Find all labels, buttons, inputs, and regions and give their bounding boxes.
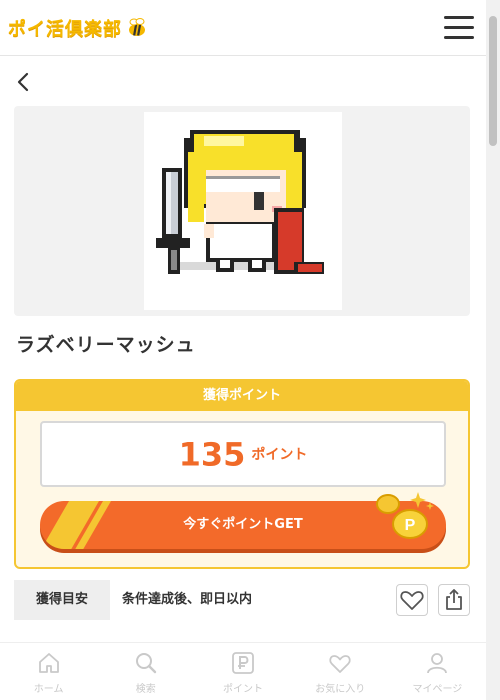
share-button[interactable]: [438, 584, 470, 616]
share-icon: [446, 589, 462, 610]
points-value-box: 135 ポイント: [40, 421, 446, 487]
tab-home-label: ホーム: [33, 684, 64, 695]
point-icon: [232, 652, 254, 674]
points-unit: ポイント: [251, 446, 308, 463]
app-header: ポイ活倶楽部: [0, 0, 486, 56]
earn-timing-label: 獲得目安: [14, 580, 110, 620]
bottom-tab-bar: ホーム 検索 ポイント お気に入り マイページ: [0, 642, 486, 700]
user-icon: [427, 653, 448, 674]
tab-mypage[interactable]: マイページ: [389, 643, 486, 700]
offer-title: ラズベリーマッシュ: [16, 334, 196, 356]
heart-icon: [400, 591, 424, 610]
points-header: 獲得ポイント: [16, 381, 468, 411]
earn-timing-text: 条件達成後、即日以内: [122, 592, 253, 607]
scrollbar[interactable]: [486, 0, 500, 700]
tab-search-label: 検索: [135, 684, 156, 695]
tab-point[interactable]: ポイント: [194, 643, 291, 700]
scrollbar-thumb[interactable]: [489, 16, 497, 146]
search-icon: [135, 653, 156, 674]
earn-timing-row: 獲得目安 条件達成後、即日以内: [14, 580, 470, 622]
pixel-knight-character: [156, 130, 324, 274]
tab-favorites-label: お気に入り: [315, 684, 366, 695]
home-icon: [38, 653, 59, 673]
tab-favorites[interactable]: お気に入り: [292, 643, 389, 700]
tab-mypage-label: マイページ: [412, 684, 463, 695]
heart-icon: [329, 655, 351, 673]
tab-search[interactable]: 検索: [97, 643, 194, 700]
tab-point-label: ポイント: [223, 684, 263, 695]
site-logo[interactable]: ポイ活倶楽部: [8, 12, 148, 44]
bee-icon: [129, 18, 145, 36]
favorite-button[interactable]: [396, 584, 428, 616]
logo-text: ポイ活倶楽部: [8, 19, 122, 40]
chevron-left-icon: [17, 72, 29, 92]
offer-image: [144, 112, 342, 310]
svg-text:P: P: [405, 517, 416, 534]
points-value: 135: [178, 435, 246, 474]
coins-icon: P: [376, 492, 434, 539]
back-button[interactable]: [14, 70, 34, 94]
hamburger-menu-button[interactable]: [440, 12, 476, 44]
hamburger-icon: [444, 16, 474, 19]
offer-image-panel: [14, 106, 470, 316]
tab-home[interactable]: ホーム: [0, 643, 97, 700]
